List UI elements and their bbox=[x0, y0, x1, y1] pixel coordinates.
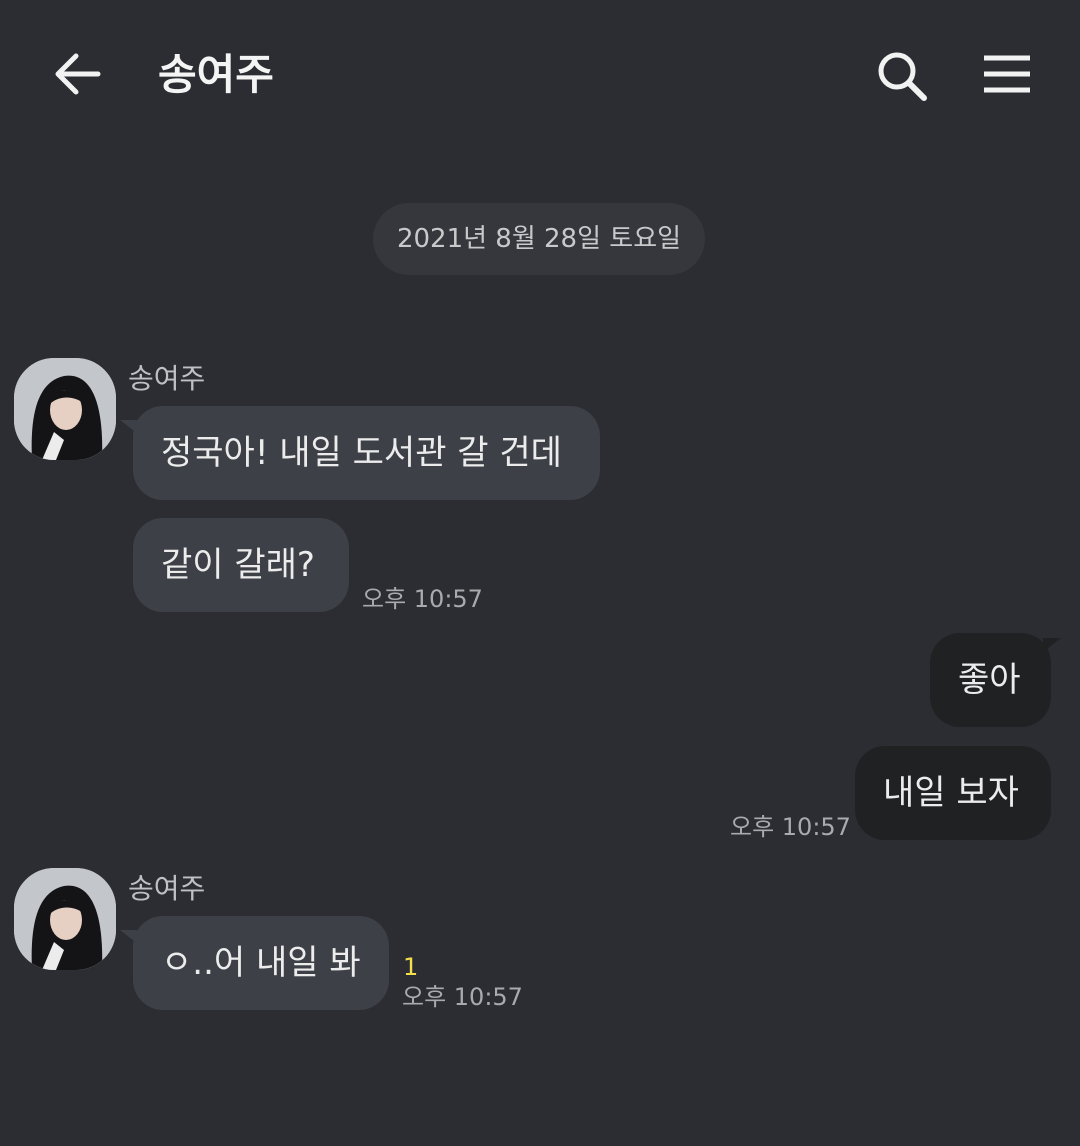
outgoing-message-bubble[interactable]: 좋아 bbox=[930, 633, 1051, 727]
sender-name: 송여주 bbox=[128, 362, 206, 395]
message-time: 오후 10:57 bbox=[730, 813, 851, 841]
message-time: 오후 10:57 bbox=[362, 585, 483, 613]
sender-name: 송여주 bbox=[128, 872, 206, 905]
incoming-message-bubble[interactable]: 정국아! 내일 도서관 갈 건데 bbox=[133, 406, 600, 500]
profile-photo bbox=[14, 358, 116, 460]
avatar[interactable] bbox=[14, 868, 116, 970]
search-button[interactable] bbox=[874, 48, 930, 104]
avatar[interactable] bbox=[14, 358, 116, 460]
back-button[interactable] bbox=[50, 50, 104, 98]
incoming-message-bubble[interactable]: ㅇ..어 내일 봐 bbox=[133, 916, 389, 1010]
menu-button[interactable] bbox=[980, 52, 1034, 98]
chat-title: 송여주 bbox=[158, 50, 274, 99]
chat-header: 송여주 bbox=[0, 0, 1080, 150]
profile-photo bbox=[14, 868, 116, 970]
hamburger-menu-icon bbox=[984, 55, 1030, 93]
search-icon bbox=[878, 52, 927, 101]
incoming-message-bubble[interactable]: 같이 갈래? bbox=[133, 518, 349, 612]
date-divider: 2021년 8월 28일 토요일 bbox=[373, 203, 705, 275]
unread-count: 1 bbox=[403, 953, 419, 981]
message-time: 오후 10:57 bbox=[402, 983, 523, 1011]
arrow-left-icon bbox=[55, 53, 101, 95]
outgoing-message-bubble[interactable]: 내일 보자 bbox=[855, 746, 1051, 840]
